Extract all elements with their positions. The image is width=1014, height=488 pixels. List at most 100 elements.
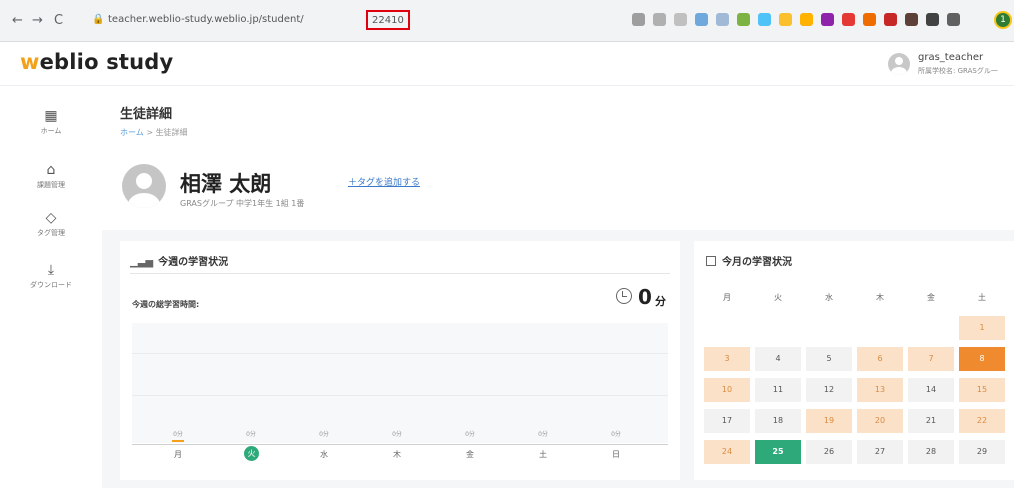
sidepanel-icon[interactable] — [947, 13, 960, 26]
breadcrumb-current: 生徒詳細 — [155, 128, 188, 137]
weekly-total-unit: 分 — [655, 295, 666, 308]
day-bar: 0分 — [450, 429, 490, 438]
weekly-title: ▁▃▅ 今週の学習状況 — [130, 257, 229, 268]
home-grid-icon: ▦ — [44, 108, 58, 124]
sidebar-item-home[interactable]: ▦ ホーム — [0, 108, 102, 136]
day-bar: 0分 — [158, 429, 198, 442]
weekly-chart-area — [132, 323, 668, 443]
lock-icon: 🔒 — [92, 14, 105, 25]
calendar-day[interactable]: 17 — [704, 409, 750, 433]
calendar-day[interactable]: 24 — [704, 440, 750, 464]
extension-icon[interactable] — [758, 13, 771, 26]
user-name[interactable]: gras_teacher — [918, 52, 983, 63]
day-label: 月 — [174, 450, 182, 459]
calendar-day[interactable]: 10 — [704, 378, 750, 402]
extension-icon[interactable] — [716, 13, 729, 26]
calendar-day[interactable]: 18 — [755, 409, 801, 433]
calendar-weekday: 土 — [978, 293, 986, 302]
day-label: 水 — [320, 450, 328, 459]
calendar-day[interactable]: 3 — [704, 347, 750, 371]
extension-icon[interactable] — [800, 13, 813, 26]
day-label: 火 — [244, 446, 259, 461]
forward-icon[interactable]: → — [32, 13, 43, 29]
sidebar-item-tags[interactable]: ◇ タグ管理 — [0, 210, 102, 238]
extension-icon[interactable] — [842, 13, 855, 26]
day-value: 0分 — [319, 431, 329, 438]
puzzle-icon[interactable] — [926, 13, 939, 26]
calendar-day[interactable]: 22 — [959, 409, 1005, 433]
calendar-weekday: 火 — [774, 293, 782, 302]
url-student-id-highlight: 22410 — [366, 10, 410, 30]
day-bar: 0分 — [523, 429, 563, 438]
extension-icon[interactable] — [821, 13, 834, 26]
calendar-day[interactable]: 12 — [806, 378, 852, 402]
clock-icon — [616, 288, 632, 304]
calendar-day[interactable]: 11 — [755, 378, 801, 402]
back-icon[interactable]: ← — [12, 13, 23, 29]
address-bar[interactable]: 🔒 teacher.weblio-study.weblio.jp/student… — [86, 9, 616, 33]
calendar-icon — [706, 256, 716, 266]
student-avatar — [122, 164, 166, 208]
house-icon: ⌂ — [46, 162, 56, 178]
user-org: 所属学校名: GRASグル一 — [918, 67, 998, 75]
sidebar-item-download[interactable]: ⤓ ダウンロード — [0, 262, 102, 290]
calendar-day[interactable]: 21 — [908, 409, 954, 433]
calendar-weekday: 金 — [927, 293, 935, 302]
calendar-day[interactable]: 29 — [959, 440, 1005, 464]
monthly-title: 今月の学習状況 — [706, 253, 792, 268]
student-info: GRASグループ 中学1年生 1組 1番 — [180, 199, 305, 208]
day-marker — [172, 440, 184, 442]
day-bar: 0分 — [377, 429, 417, 438]
day-value: 0分 — [392, 431, 402, 438]
extension-icon[interactable] — [905, 13, 918, 26]
user-avatar[interactable] — [888, 53, 910, 75]
url-text: teacher.weblio-study.weblio.jp/student/ — [108, 14, 304, 25]
extension-icon[interactable] — [737, 13, 750, 26]
calendar-day[interactable]: 1 — [959, 316, 1005, 340]
day-label: 金 — [466, 450, 474, 459]
profile-icon[interactable]: 1 — [994, 11, 1012, 29]
sidebar-item-assignments[interactable]: ⌂ 課題管理 — [0, 162, 102, 190]
share-icon[interactable] — [653, 13, 666, 26]
extension-icons — [632, 13, 960, 26]
extension-icon[interactable] — [695, 13, 708, 26]
calendar-day[interactable]: 19 — [806, 409, 852, 433]
calendar-day[interactable]: 8 — [959, 347, 1005, 371]
reload-icon[interactable]: C — [54, 13, 63, 29]
weekly-study-card: ▁▃▅ 今週の学習状況 今週の総学習時間: 0 分 0分月 0分火 0分水 0分木 0分金… — [120, 241, 680, 480]
calendar-day[interactable]: 14 — [908, 378, 954, 402]
calendar-weekday: 木 — [876, 293, 884, 302]
calendar-day[interactable]: 5 — [806, 347, 852, 371]
extension-icon[interactable] — [863, 13, 876, 26]
calendar-day[interactable]: 13 — [857, 378, 903, 402]
extension-icon[interactable] — [884, 13, 897, 26]
breadcrumb-home-link[interactable]: ホーム — [120, 128, 144, 137]
day-value: 0分 — [611, 431, 621, 438]
calendar-day[interactable]: 4 — [755, 347, 801, 371]
logo[interactable]: weblio study — [20, 50, 173, 74]
translate-icon[interactable] — [632, 13, 645, 26]
calendar-day[interactable]: 28 — [908, 440, 954, 464]
day-bar: 0分 — [304, 429, 344, 438]
calendar-day[interactable]: 6 — [857, 347, 903, 371]
breadcrumb: ホーム > 生徒詳細 — [120, 128, 188, 137]
calendar-day[interactable]: 26 — [806, 440, 852, 464]
download-icon: ⤓ — [47, 262, 55, 278]
calendar-day[interactable]: 27 — [857, 440, 903, 464]
day-value: 0分 — [465, 431, 475, 438]
calendar-day[interactable]: 15 — [959, 378, 1005, 402]
bar-chart-icon: ▁▃▅ — [130, 257, 154, 268]
day-bar: 0分 — [596, 429, 636, 438]
weekly-total-label: 今週の総学習時間: — [132, 300, 200, 309]
calendar-day[interactable]: 7 — [908, 347, 954, 371]
calendar-day[interactable]: 20 — [857, 409, 903, 433]
page-title: 生徒詳細 — [120, 107, 173, 122]
day-label: 土 — [539, 450, 547, 459]
star-icon[interactable] — [674, 13, 687, 26]
calendar-day[interactable]: 25 — [755, 440, 801, 464]
day-bar: 0分 — [231, 429, 271, 438]
add-tag-link[interactable]: ＋タグを追加する — [348, 175, 420, 188]
day-label: 木 — [393, 450, 401, 459]
extension-icon[interactable] — [779, 13, 792, 26]
app-header: weblio study gras_teacher 所属学校名: GRASグル一 — [0, 42, 1014, 86]
